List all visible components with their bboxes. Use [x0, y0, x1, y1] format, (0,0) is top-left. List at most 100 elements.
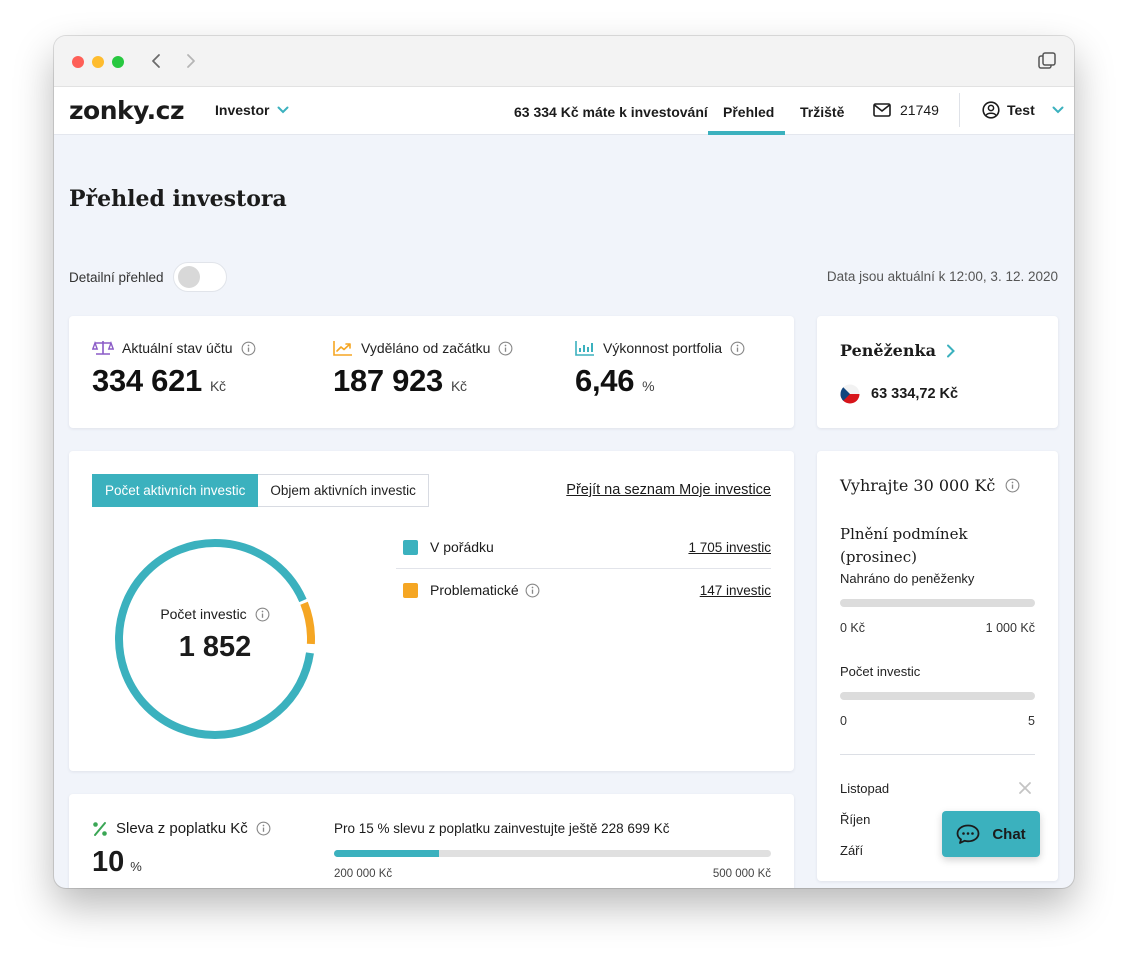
discount-progress-bar — [334, 850, 771, 857]
legend-row-ok: V pořádku 1 705 investic — [403, 539, 771, 555]
discount-value: 10 — [92, 846, 125, 878]
chat-button[interactable]: Chat — [942, 811, 1040, 857]
legend-label: Problematické — [430, 582, 519, 598]
discount-value-row: 10% — [92, 846, 142, 879]
info-icon[interactable] — [498, 341, 513, 356]
user-menu[interactable]: Test — [982, 101, 1064, 119]
info-icon[interactable] — [256, 821, 271, 836]
discount-min: 200 000 Kč — [334, 868, 393, 880]
promo-subtitle: Plnění podmínek (prosinec) — [840, 525, 968, 566]
month-item[interactable]: Září — [840, 843, 863, 858]
donut-total: 1 852 — [178, 631, 252, 663]
stat-value: 334 621 — [92, 363, 202, 398]
account-stats-card: Aktuální stav účtu 334 621 Kč Vyděláno od… — [69, 316, 794, 428]
envelope-icon — [873, 103, 891, 117]
stat-performance: Výkonnost portfolia 6,46% — [575, 340, 745, 399]
header-divider — [959, 93, 960, 127]
stat-value: 187 923 — [333, 363, 443, 398]
legend-label: V pořádku — [430, 539, 494, 555]
toggle-knob — [177, 266, 200, 288]
investment-count-range: 0 5 — [840, 714, 1035, 728]
close-icon — [1019, 782, 1031, 794]
wallet-title: Peněženka — [840, 341, 936, 360]
stat-earned: Vyděláno od začátku 187 923 Kč — [333, 340, 513, 399]
tab-active-count[interactable]: Počet aktivních investic — [92, 474, 259, 507]
close-window-button[interactable] — [72, 56, 84, 68]
info-icon[interactable] — [241, 341, 256, 356]
stat-account-balance: Aktuální stav účtu 334 621 Kč — [92, 340, 256, 399]
zoom-window-button[interactable] — [112, 56, 124, 68]
back-arrow-icon[interactable] — [146, 50, 168, 72]
discount-max: 500 000 Kč — [712, 868, 771, 880]
month-item[interactable]: Říjen — [840, 812, 870, 827]
wallet-upload-range: 0 Kč 1 000 Kč — [840, 621, 1035, 635]
promo-title: Vyhrajte 30 000 Kč — [840, 476, 996, 495]
donut-label-text: Počet investic — [160, 606, 247, 622]
wallet-balance: 63 334,72 Kč — [840, 384, 958, 404]
available-balance-link[interactable]: 63 334 Kč máte k investování — [514, 104, 708, 120]
info-icon[interactable] — [730, 341, 745, 356]
discount-label: Sleva z poplatku Kč — [116, 820, 248, 837]
active-tab-indicator — [708, 131, 785, 135]
legend-swatch-ok — [403, 539, 418, 555]
user-name: Test — [1007, 102, 1035, 118]
nav-tab-overview[interactable]: Přehled — [723, 104, 774, 120]
my-investments-link[interactable]: Přejít na seznam Moje investice — [566, 482, 771, 498]
wallet-amount: 63 334,72 Kč — [871, 386, 959, 402]
investment-view-switch: Počet aktivních investic Objem aktivních… — [92, 474, 429, 507]
data-updated-text: Data jsou aktuální k 12:00, 3. 12. 2020 — [826, 269, 1058, 284]
zonky-logo[interactable]: zonky.cz — [69, 96, 185, 125]
discount-progress-fill — [334, 850, 439, 857]
range-min: 0 — [840, 714, 847, 728]
discount-label-row: Sleva z poplatku Kč — [92, 820, 271, 837]
fee-discount-card: Sleva z poplatku Kč 10% Pro 15 % slevu z… — [69, 794, 794, 888]
tab-active-volume[interactable]: Objem aktivních investic — [258, 474, 429, 507]
top-navigation: zonky.cz Investor 63 334 Kč máte k inves… — [54, 87, 1074, 135]
chevron-down-icon — [1052, 106, 1064, 114]
month-item[interactable]: Listopad — [840, 781, 889, 796]
stat-unit: % — [642, 378, 655, 394]
stat-unit: Kč — [450, 378, 467, 394]
forward-arrow-icon[interactable] — [179, 50, 201, 72]
discount-hint: Pro 15 % slevu z poplatku zainvestujte j… — [334, 821, 670, 836]
stat-unit: Kč — [209, 378, 226, 394]
chevron-down-icon — [277, 106, 289, 114]
stat-label: Aktuální stav účtu — [122, 340, 233, 356]
detail-toggle-row: Detailní přehled — [69, 262, 227, 292]
stat-label: Vyděláno od začátku — [361, 340, 491, 356]
range-max: 1 000 Kč — [985, 621, 1035, 635]
messages-count: 21749 — [900, 102, 939, 118]
investment-count-label: Počet investic — [840, 664, 921, 679]
legend-divider — [396, 568, 771, 569]
info-icon[interactable] — [1005, 478, 1020, 493]
tabs-overview-icon[interactable] — [1036, 50, 1058, 72]
chevron-right-icon — [946, 344, 955, 357]
role-dropdown[interactable]: Investor — [215, 102, 289, 118]
promo-title-row: Vyhrajte 30 000 Kč — [840, 476, 1020, 495]
stat-value: 6,46 — [575, 363, 635, 398]
promo-divider — [840, 754, 1035, 755]
role-dropdown-label: Investor — [215, 102, 270, 118]
stat-label: Výkonnost portfolia — [603, 340, 723, 356]
wallet-upload-progress — [840, 599, 1035, 607]
legend-swatch-problem — [403, 582, 418, 598]
chat-label: Chat — [992, 825, 1026, 843]
info-icon[interactable] — [255, 607, 270, 622]
legend-value-link[interactable]: 147 investic — [700, 583, 771, 598]
range-max: 5 — [1028, 714, 1035, 728]
discount-unit: % — [130, 859, 142, 874]
chat-bubble-icon — [956, 824, 980, 844]
legend-value-link[interactable]: 1 705 investic — [688, 540, 771, 555]
minimize-window-button[interactable] — [92, 56, 104, 68]
messages-link[interactable]: 21749 — [873, 102, 939, 118]
wallet-link[interactable]: Peněženka — [840, 341, 956, 360]
donut-center-label: Počet investic — [109, 606, 321, 622]
wallet-card: Peněženka 63 334,72 Kč — [817, 316, 1058, 428]
browser-window: zonky.cz Investor 63 334 Kč máte k inves… — [54, 36, 1074, 888]
info-icon[interactable] — [525, 583, 540, 598]
detail-toggle[interactable] — [172, 262, 227, 292]
detail-toggle-label: Detailní přehled — [69, 269, 164, 285]
trend-up-icon — [333, 341, 352, 356]
page-title: Přehled investora — [69, 186, 287, 212]
nav-tab-market[interactable]: Tržiště — [800, 104, 844, 120]
